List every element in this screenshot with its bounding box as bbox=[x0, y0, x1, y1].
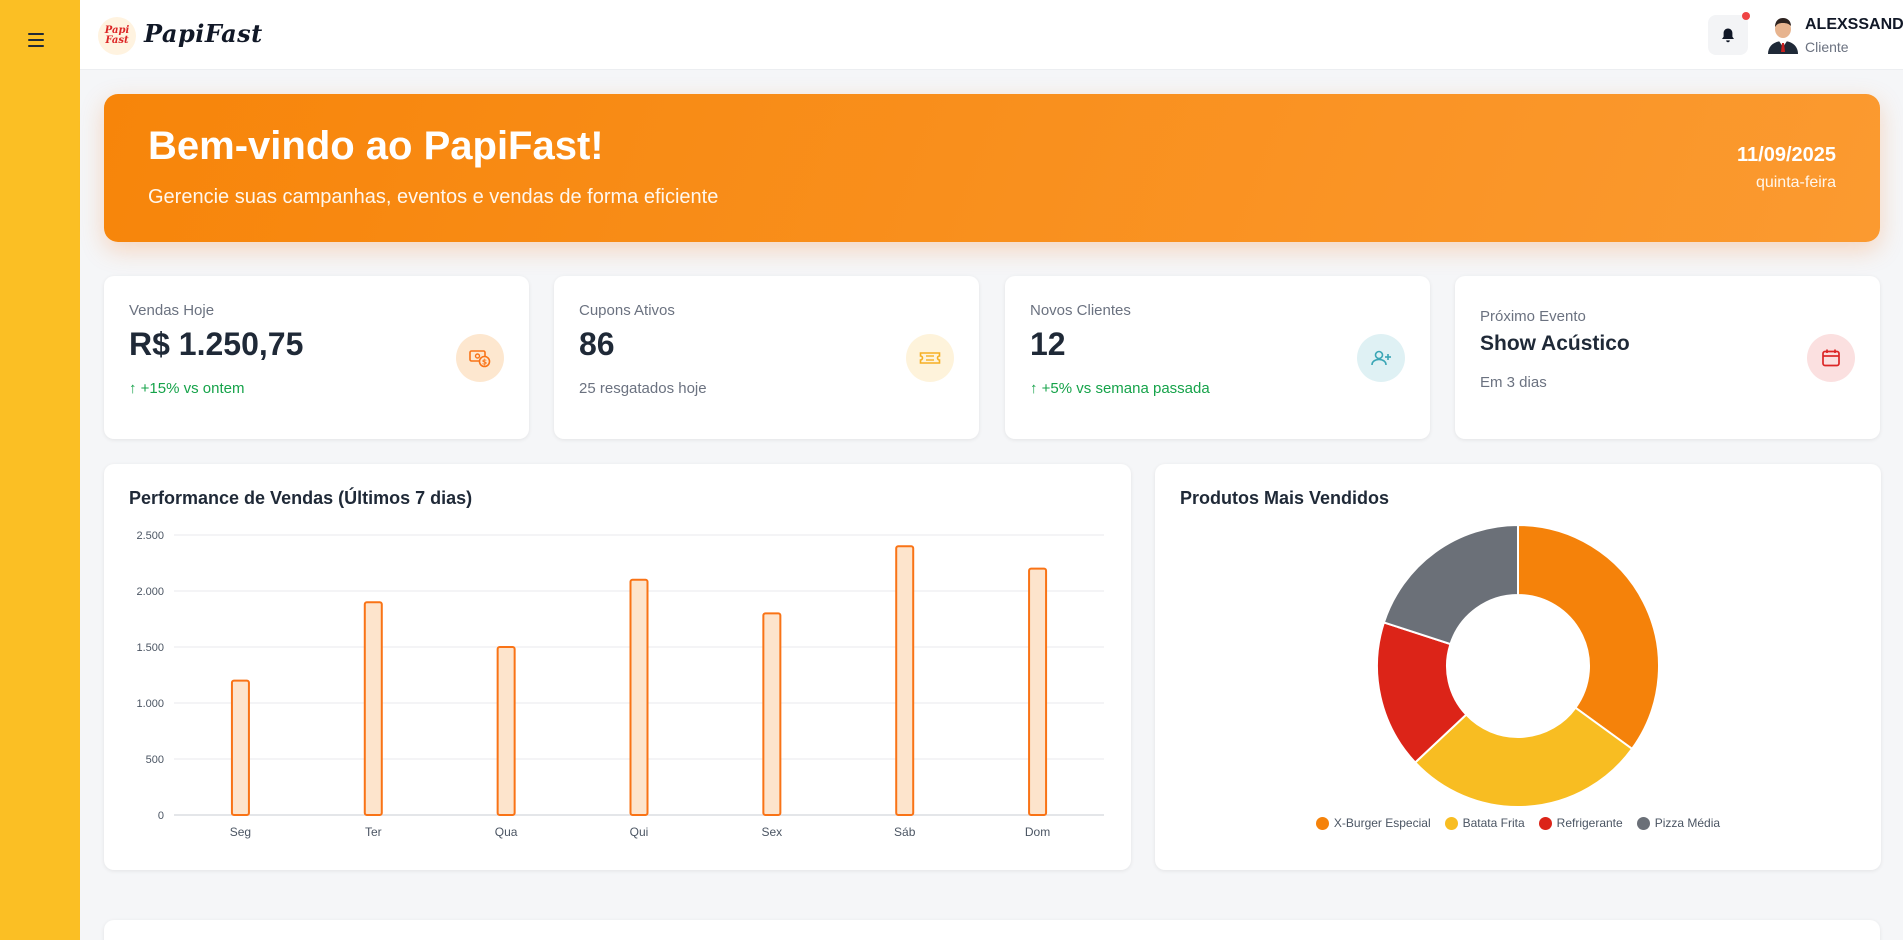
y-tick-label: 2.500 bbox=[136, 530, 164, 542]
legend-swatch bbox=[1444, 816, 1458, 830]
hamburger-menu-icon[interactable] bbox=[28, 28, 52, 52]
x-tick-label: Seg bbox=[230, 825, 251, 839]
notifications-button[interactable] bbox=[1708, 12, 1750, 55]
sales-bar-chart: 0 500 1.000 1.500 2.000 2.500 Seg Ter Qua Qui Sex S… bbox=[136, 530, 1104, 839]
stat-value: Show Acústico bbox=[1480, 332, 1630, 355]
legend-swatch bbox=[1636, 816, 1650, 830]
logo-icon[interactable]: Papi Fast bbox=[98, 17, 136, 55]
stat-label: Cupons Ativos bbox=[579, 302, 675, 319]
stat-value: 12 bbox=[1030, 326, 1066, 362]
donut-slice-0[interactable] bbox=[1517, 523, 1660, 751]
sales-performance-card: Performance de Vendas (Últimos 7 dias) 0… bbox=[104, 464, 1131, 870]
stat-trend: ↑ +15% vs ontem bbox=[129, 380, 245, 397]
bar-ter[interactable] bbox=[363, 601, 383, 816]
bar-qui[interactable] bbox=[629, 578, 649, 816]
top-bar: Papi Fast PapiFast ALEXSSANDRO B Q Clien… bbox=[80, 0, 1903, 70]
user-plus-icon bbox=[1357, 334, 1405, 382]
y-tick-label: 0 bbox=[158, 810, 164, 822]
stat-footer: Em 3 dias bbox=[1480, 374, 1547, 391]
calendar-icon bbox=[1807, 334, 1855, 382]
money-icon: $ bbox=[456, 334, 504, 382]
bar-sex[interactable] bbox=[762, 612, 782, 816]
stat-card-active-coupons: Cupons Ativos 86 25 resgatados hoje bbox=[554, 276, 979, 439]
avatar bbox=[1768, 18, 1798, 54]
y-tick-label: 1.000 bbox=[136, 698, 164, 710]
bar-seg[interactable] bbox=[230, 679, 250, 816]
donut-slice-3[interactable] bbox=[1382, 523, 1519, 646]
legend-item[interactable]: X-Burger Especial bbox=[1315, 816, 1431, 830]
y-tick-label: 2.000 bbox=[136, 586, 164, 598]
bar-qua[interactable] bbox=[496, 646, 516, 816]
x-tick-label: Sex bbox=[762, 825, 783, 839]
bar-sáb[interactable] bbox=[895, 545, 915, 816]
x-tick-label: Ter bbox=[365, 825, 382, 839]
user-name: ALEXSSANDRO B Q bbox=[1805, 16, 1903, 33]
legend-swatch bbox=[1538, 816, 1552, 830]
x-tick-label: Sáb bbox=[894, 825, 916, 839]
y-tick-label: 500 bbox=[146, 754, 164, 766]
stat-value: R$ 1.250,75 bbox=[129, 326, 304, 362]
welcome-subtitle: Gerencie suas campanhas, eventos e venda… bbox=[148, 186, 719, 208]
stat-card-next-event: Próximo Evento Show Acústico Em 3 dias bbox=[1455, 276, 1880, 439]
donut-legend: X-Burger Especial Batata Frita Refrigerant… bbox=[1155, 816, 1881, 830]
stat-card-sales-today: Vendas Hoje R$ 1.250,75 ↑ +15% vs ontem … bbox=[104, 276, 529, 439]
user-role: Cliente bbox=[1805, 39, 1849, 55]
sidebar bbox=[0, 0, 80, 940]
user-menu[interactable]: ALEXSSANDRO B Q Cliente ⌄ bbox=[1766, 12, 1903, 58]
svg-text:$: $ bbox=[482, 357, 487, 366]
x-tick-label: Dom bbox=[1025, 825, 1050, 839]
top-products-donut-chart bbox=[1376, 523, 1660, 808]
current-date: 11/09/2025 bbox=[1737, 144, 1836, 166]
current-weekday: quinta-feira bbox=[1755, 174, 1836, 191]
logo-text[interactable]: PapiFast bbox=[144, 19, 263, 48]
stat-label: Vendas Hoje bbox=[129, 302, 215, 319]
stat-value: 86 bbox=[579, 326, 615, 362]
legend-item[interactable]: Batata Frita bbox=[1444, 816, 1525, 830]
bar-dom[interactable] bbox=[1028, 567, 1048, 816]
y-tick-label: 1.500 bbox=[136, 642, 164, 654]
welcome-title: Bem-vindo ao PapiFast! bbox=[148, 124, 604, 168]
stat-label: Novos Clientes bbox=[1030, 302, 1131, 319]
stat-label: Próximo Evento bbox=[1480, 308, 1586, 325]
stat-footer: 25 resgatados hoje bbox=[579, 380, 707, 397]
x-tick-label: Qua bbox=[495, 825, 518, 839]
welcome-banner: Bem-vindo ao PapiFast! Gerencie suas cam… bbox=[104, 94, 1880, 242]
legend-swatch bbox=[1315, 816, 1329, 830]
legend-item[interactable]: Pizza Média bbox=[1636, 816, 1721, 830]
next-section-card bbox=[104, 920, 1880, 940]
logo-badge-line2: Fast bbox=[105, 35, 129, 46]
legend-label: Batata Frita bbox=[1462, 816, 1525, 830]
top-products-card: Produtos Mais Vendidos X-Burger Especial… bbox=[1155, 464, 1881, 870]
legend-label: Pizza Média bbox=[1654, 816, 1721, 830]
x-tick-label: Qui bbox=[630, 825, 649, 839]
ticket-icon bbox=[906, 334, 954, 382]
stat-trend: ↑ +5% vs semana passada bbox=[1030, 380, 1210, 397]
stat-card-new-clients: Novos Clientes 12 ↑ +5% vs semana passad… bbox=[1005, 276, 1430, 439]
legend-label: Refrigerante bbox=[1556, 816, 1623, 830]
legend-label: X-Burger Especial bbox=[1333, 816, 1431, 830]
bell-icon bbox=[1722, 28, 1734, 42]
legend-item[interactable]: Refrigerante bbox=[1538, 816, 1623, 830]
notification-dot bbox=[1742, 12, 1750, 20]
